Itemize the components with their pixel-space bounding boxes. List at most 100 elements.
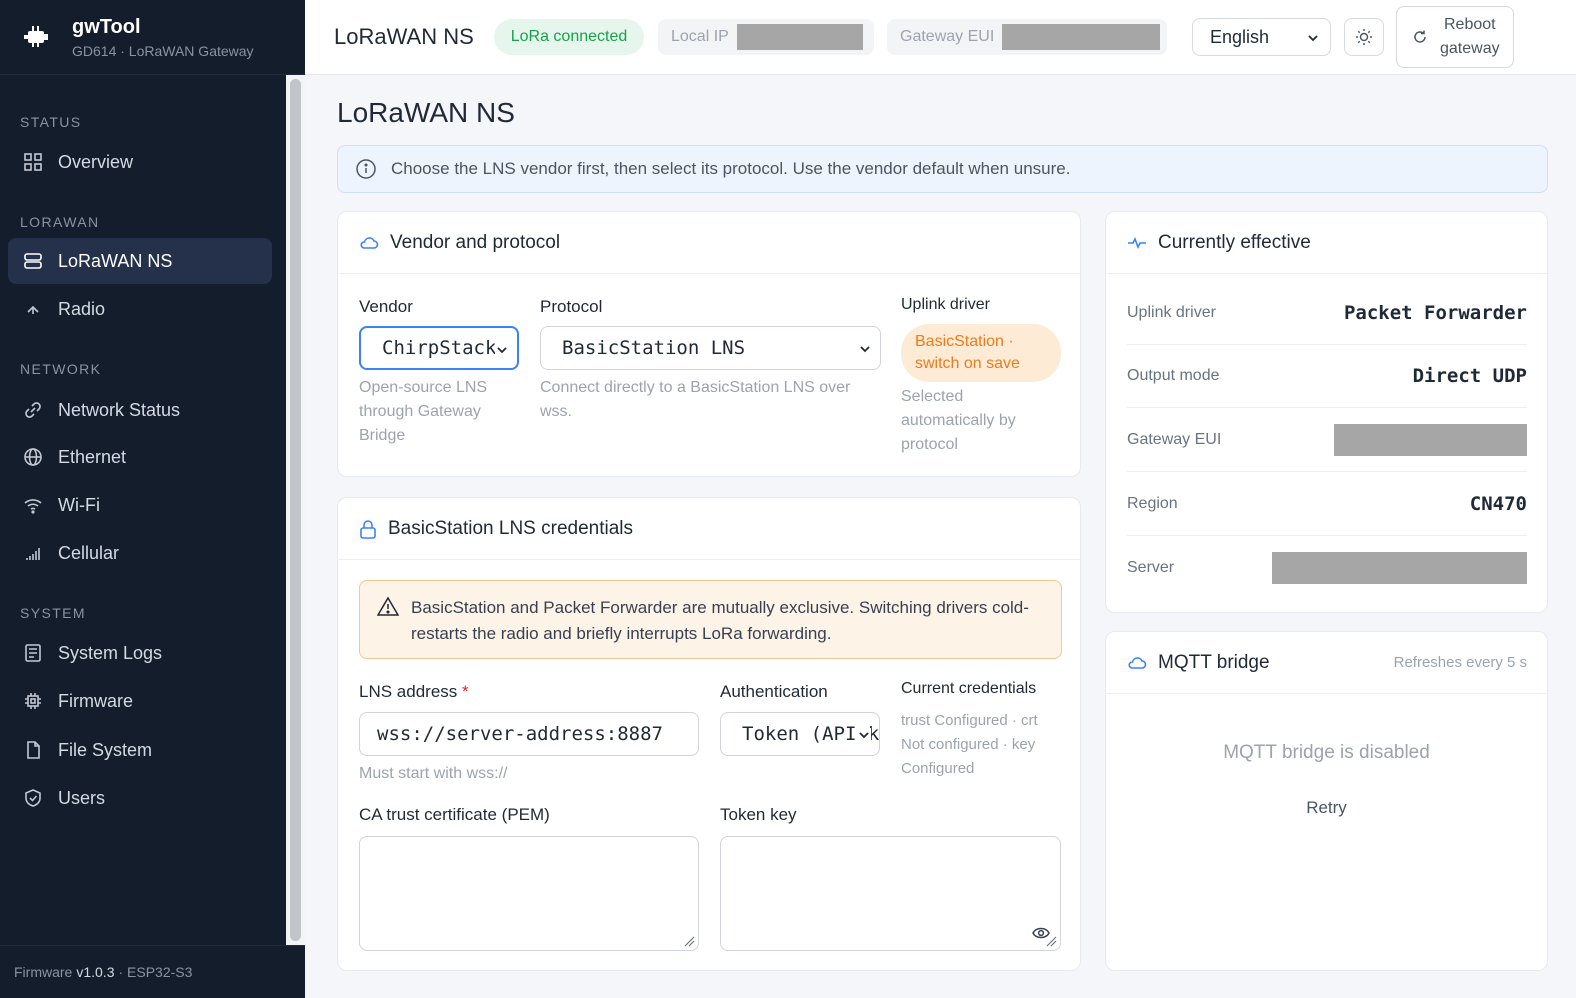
uplink-driver-hint: Selected automatically by protocol (901, 388, 1016, 453)
card-title: Vendor and protocol (390, 231, 561, 253)
lns-address-label-text: LNS address (359, 682, 458, 701)
warning-icon (376, 596, 400, 658)
language-value: English (1210, 26, 1270, 47)
chip-icon (22, 690, 44, 712)
nav-section-system: SYSTEM (20, 605, 86, 621)
effective-row-gateway-eui: Gateway EUI (1127, 409, 1527, 472)
chevron-down-icon (860, 346, 870, 353)
sidebar-item-cellular[interactable]: Cellular (8, 530, 272, 576)
brand: gwTool GD614 · LoRaWAN Gateway (0, 0, 305, 75)
scrollbar-thumb[interactable] (290, 79, 301, 941)
reboot-label-2: gateway (1440, 40, 1500, 57)
effective-card: Currently effective Uplink driver Packet… (1105, 211, 1548, 613)
card-header: Currently effective (1106, 212, 1547, 274)
reboot-label-1: Reboot (1444, 16, 1496, 33)
authentication-select[interactable]: Token (API key) (720, 712, 880, 756)
grid-icon (22, 151, 44, 173)
sidebar: gwTool GD614 · LoRaWAN Gateway STATUS Ov… (0, 0, 305, 998)
local-ip-redacted (736, 24, 863, 50)
lns-address-label: LNS address * (359, 682, 469, 702)
chevron-down-icon (857, 728, 871, 742)
vendor-hint: Open-source LNS through Gateway Bridge (359, 379, 488, 444)
protocol-select[interactable]: BasicStation LNS (540, 326, 881, 370)
brand-subtitle: GD614 · LoRaWAN Gateway (72, 42, 254, 59)
link-icon (22, 399, 44, 421)
sidebar-item-label: LoRaWAN NS (58, 250, 173, 271)
sidebar-item-users[interactable]: Users (8, 775, 272, 821)
credentials-card: BasicStation LNS credentials BasicStatio… (337, 497, 1081, 971)
sidebar-item-file-system[interactable]: File System (8, 727, 272, 773)
row-value: Packet Forwarder (1343, 302, 1527, 324)
sidebar-item-radio[interactable]: Radio (8, 286, 272, 332)
sidebar-item-wifi[interactable]: Wi-Fi (8, 482, 272, 528)
sidebar-item-label: System Logs (58, 642, 163, 663)
sidebar-item-label: Cellular (58, 542, 120, 563)
activity-icon (1127, 236, 1147, 250)
effective-row-output-mode: Output mode Direct UDP (1127, 345, 1527, 408)
reboot-button[interactable]: Reboot gateway (1396, 6, 1514, 68)
sidebar-scrollbar[interactable] (286, 75, 305, 945)
card-title: BasicStation LNS credentials (388, 517, 634, 539)
signal-icon (22, 542, 44, 564)
gateway-logo-icon (24, 26, 48, 47)
sidebar-item-ethernet[interactable]: Ethernet (8, 434, 272, 480)
row-value: CN470 (1469, 493, 1527, 515)
log-icon (22, 642, 44, 664)
required-marker: * (462, 682, 469, 701)
brand-name: gwTool (72, 15, 141, 38)
chevron-down-icon (495, 343, 509, 357)
current-credentials-label: Current credentials (901, 680, 1037, 697)
vendor-select[interactable]: ChirpStack (359, 326, 519, 370)
sun-icon (1356, 29, 1372, 45)
sidebar-item-label: File System (58, 739, 153, 760)
protocol-value: BasicStation LNS (562, 337, 746, 359)
sidebar-item-overview[interactable]: Overview (8, 139, 272, 185)
cloud-icon (1127, 655, 1147, 671)
row-key: Gateway EUI (1127, 431, 1222, 448)
theme-toggle-button[interactable] (1344, 18, 1384, 56)
effective-row-uplink: Uplink driver Packet Forwarder (1127, 282, 1527, 345)
mqtt-empty-message: MQTT bridge is disabled (1223, 742, 1430, 763)
sidebar-item-lorawan-ns[interactable]: LoRaWAN NS (8, 238, 272, 284)
gateway-eui-label: Gateway EUI (900, 28, 995, 45)
sidebar-nav: STATUS Overview LORAWAN LoRaWAN NS Radio… (0, 75, 286, 945)
row-value: Direct UDP (1412, 365, 1527, 387)
globe-icon (22, 446, 44, 468)
sidebar-item-label: Firmware (58, 690, 133, 711)
row-key: Output mode (1127, 367, 1220, 384)
sidebar-item-network-status[interactable]: Network Status (8, 387, 272, 433)
token-key-textarea[interactable] (720, 836, 1061, 951)
sidebar-footer: Firmware v1.0.3 · ESP32-S3 (0, 945, 305, 998)
sidebar-item-firmware[interactable]: Firmware (8, 678, 272, 724)
firmware-label: Firmware (14, 964, 73, 980)
sidebar-item-label: Overview (58, 151, 134, 172)
vendor-label: Vendor (359, 297, 413, 316)
vendor-value: ChirpStack (382, 337, 497, 359)
card-header: BasicStation LNS credentials (338, 498, 1080, 560)
local-ip-label: Local IP (671, 28, 729, 45)
chevron-down-icon (1308, 35, 1318, 42)
retry-button[interactable]: Retry (1106, 798, 1547, 818)
resize-handle-icon[interactable] (1045, 935, 1057, 947)
nav-section-network: NETWORK (20, 361, 102, 377)
mqtt-card: MQTT bridge Refreshes every 5 s MQTT bri… (1105, 631, 1548, 971)
lns-address-input[interactable]: wss://server-address:8887 (359, 712, 699, 756)
sidebar-item-label: Ethernet (58, 446, 127, 467)
row-key: Server (1127, 558, 1175, 576)
uplink-driver-label: Uplink driver (901, 296, 990, 313)
resize-handle-icon[interactable] (683, 935, 695, 947)
info-icon (355, 158, 377, 180)
protocol-label: Protocol (540, 297, 603, 316)
gateway-eui-redacted (1002, 24, 1161, 50)
sidebar-item-system-logs[interactable]: System Logs (8, 630, 272, 676)
row-key: Uplink driver (1127, 304, 1216, 321)
firmware-chip: · ESP32-S3 (118, 964, 193, 980)
ca-cert-textarea[interactable] (359, 836, 699, 951)
nav-section-status: STATUS (20, 114, 82, 130)
refresh-icon (1414, 30, 1426, 43)
sidebar-item-label: Radio (58, 298, 106, 319)
wifi-icon (22, 494, 44, 516)
file-icon (22, 739, 44, 761)
language-select[interactable]: English (1192, 18, 1331, 56)
redacted-value (1334, 424, 1527, 456)
